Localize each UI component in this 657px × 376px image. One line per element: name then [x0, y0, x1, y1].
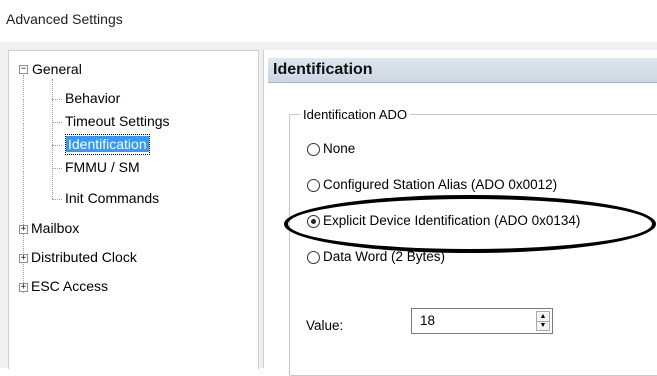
value-spinbox[interactable]: 18 ▲ ▼ — [411, 308, 553, 334]
tree-item-general[interactable]: General — [32, 59, 82, 79]
radio-button[interactable] — [307, 251, 320, 264]
expand-icon[interactable]: + — [19, 283, 28, 292]
group-title: Identification ADO — [300, 107, 411, 122]
tree-item-timeout-settings[interactable]: Timeout Settings — [65, 111, 170, 131]
tree-item-esc-access[interactable]: ESC Access — [31, 276, 108, 296]
spin-down-icon[interactable]: ▼ — [537, 321, 549, 330]
tree-item-behavior[interactable]: Behavior — [65, 88, 120, 108]
settings-tree[interactable]: − General Behavior Timeout Settings Iden… — [8, 50, 259, 369]
tree-item-identification[interactable]: Identification — [65, 134, 150, 155]
radio-button[interactable] — [307, 143, 320, 156]
option-label: Explicit Device Identification (ADO 0x01… — [323, 213, 581, 228]
spin-buttons: ▲ ▼ — [536, 311, 550, 331]
value-label: Value: — [306, 318, 344, 333]
expand-icon[interactable]: + — [19, 225, 28, 234]
option-label: None — [323, 141, 356, 156]
tree-item-label: Mailbox — [31, 220, 80, 236]
tree-item-label: Init Commands — [65, 190, 160, 206]
tree-item-fmmu-sm[interactable]: FMMU / SM — [65, 157, 140, 177]
tree-item-label: Behavior — [65, 90, 121, 106]
tree-item-label: Distributed Clock — [31, 249, 137, 265]
option-label: Configured Station Alias (ADO 0x0012) — [323, 177, 558, 192]
tree-item-init-commands[interactable]: Init Commands — [65, 188, 159, 208]
panel-header: Identification — [268, 58, 657, 83]
tree-item-label: ESC Access — [31, 278, 109, 294]
identification-panel: Identification Identification ADO None C… — [263, 50, 657, 376]
value-input[interactable]: 18 — [420, 313, 435, 328]
tree-item-distributed-clock[interactable]: Distributed Clock — [31, 247, 137, 267]
window-title: Advanced Settings — [6, 11, 123, 27]
radio-button-checked[interactable] — [307, 215, 320, 228]
option-label: Data Word (2 Bytes) — [323, 249, 446, 264]
radio-button[interactable] — [307, 179, 320, 192]
tree-item-mailbox[interactable]: Mailbox — [31, 218, 79, 238]
collapse-icon[interactable]: − — [19, 65, 28, 74]
panel-title: Identification — [273, 61, 373, 78]
tree-item-label: Timeout Settings — [65, 113, 170, 129]
tree-item-label: General — [32, 61, 82, 77]
expand-icon[interactable]: + — [19, 254, 28, 263]
tree-item-label: Identification — [66, 136, 149, 152]
tree-item-label: FMMU / SM — [65, 159, 140, 175]
